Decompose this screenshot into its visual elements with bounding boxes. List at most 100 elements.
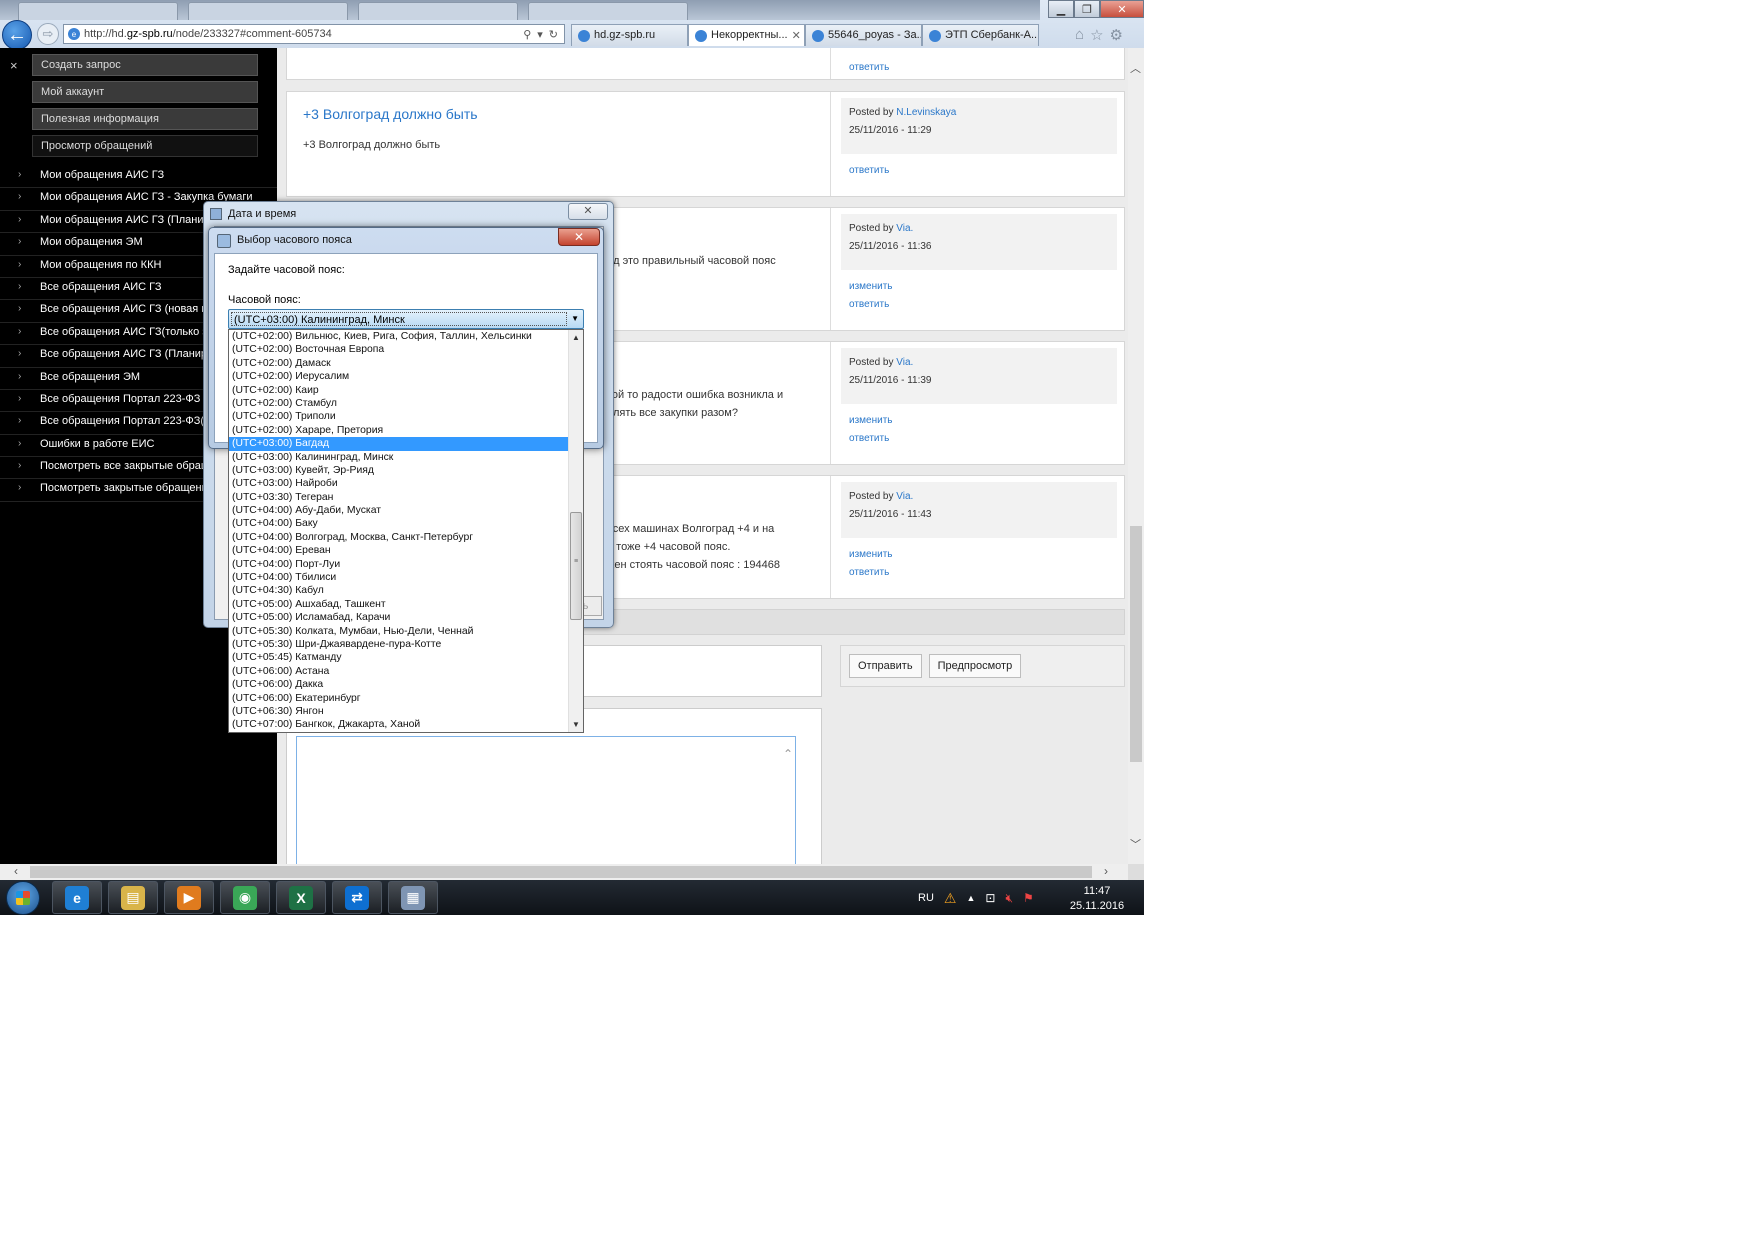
- timezone-option[interactable]: (UTC+06:00) Астана: [229, 665, 568, 678]
- sidebar-item[interactable]: › Мои обращения АИС ГЗ: [0, 166, 277, 189]
- scroll-up-icon[interactable]: ▲: [572, 333, 580, 342]
- comment-textarea[interactable]: ⌃: [296, 736, 796, 864]
- horizontal-scrollbar[interactable]: ‹ ›: [0, 864, 1128, 880]
- network-icon[interactable]: ⊡: [985, 891, 995, 905]
- back-button[interactable]: ←: [2, 20, 32, 50]
- home-icon[interactable]: ⌂: [1075, 26, 1084, 44]
- timezone-option[interactable]: (UTC+04:00) Порт-Луи: [229, 558, 568, 571]
- view-requests-button[interactable]: Просмотр обращений: [32, 135, 258, 157]
- edit-link[interactable]: изменить: [849, 546, 893, 564]
- update-alert-icon[interactable]: ⚠: [944, 890, 957, 907]
- settings-gear-icon[interactable]: ⚙: [1110, 26, 1123, 44]
- language-indicator[interactable]: RU: [918, 892, 934, 904]
- scroll-up-icon[interactable]: ︿: [1130, 60, 1141, 76]
- timezone-option[interactable]: (UTC+03:00) Калининград, Минск: [229, 451, 568, 464]
- timezone-option[interactable]: (UTC+06:30) Янгон: [229, 705, 568, 718]
- browser-tab[interactable]: 55646_poyas - За...: [805, 24, 922, 46]
- scrollbar-thumb[interactable]: ≡: [570, 512, 582, 620]
- submit-button[interactable]: Отправить: [849, 654, 922, 678]
- dropdown-arrow-icon[interactable]: ▼: [571, 314, 579, 323]
- volume-muted-icon[interactable]: 🔇︎: [1005, 891, 1013, 906]
- reply-link[interactable]: ответить: [849, 564, 893, 582]
- timezone-option[interactable]: (UTC+02:00) Триполи: [229, 410, 568, 423]
- scrollbar-thumb[interactable]: [30, 866, 1092, 878]
- reply-link[interactable]: ответить: [849, 59, 889, 77]
- start-button[interactable]: [6, 881, 40, 915]
- taskbar-app-button[interactable]: ▦: [388, 881, 438, 914]
- show-hidden-icons-icon[interactable]: ▲: [966, 893, 975, 903]
- timezone-option[interactable]: (UTC+03:30) Тегеран: [229, 491, 568, 504]
- scroll-down-icon[interactable]: ▼: [572, 720, 580, 729]
- datetime-dialog-close-button[interactable]: ✕: [568, 203, 608, 220]
- timezone-option[interactable]: (UTC+05:00) Исламабад, Карачи: [229, 611, 568, 624]
- dropdown-arrow-icon[interactable]: ▾: [537, 28, 543, 41]
- author-link[interactable]: N.Levinskaya: [896, 107, 956, 118]
- timezone-option[interactable]: (UTC+05:30) Шри-Джаявардене-пура-Котте: [229, 638, 568, 651]
- reply-link[interactable]: ответить: [849, 296, 893, 314]
- browser-tab[interactable]: ЭТП Сбербанк-А...: [922, 24, 1039, 46]
- timezone-option[interactable]: (UTC+02:00) Дамаск: [229, 357, 568, 370]
- forward-button[interactable]: ⇨: [37, 23, 59, 45]
- action-center-icon[interactable]: ⚑: [1023, 891, 1034, 905]
- timezone-option[interactable]: (UTC+02:00) Хараре, Претория: [229, 424, 568, 437]
- timezone-option[interactable]: (UTC+04:00) Волгоград, Москва, Санкт-Пет…: [229, 531, 568, 544]
- refresh-icon[interactable]: ↻: [549, 28, 558, 41]
- timezone-option[interactable]: (UTC+03:00) Найроби: [229, 477, 568, 490]
- timezone-option[interactable]: (UTC+02:00) Каир: [229, 384, 568, 397]
- scroll-left-icon[interactable]: ‹: [14, 864, 18, 878]
- tab-close-icon[interactable]: ✕: [792, 29, 801, 46]
- close-window-icon[interactable]: ✕: [1100, 0, 1144, 18]
- edit-link[interactable]: изменить: [849, 412, 893, 430]
- timezone-option[interactable]: (UTC+04:00) Ереван: [229, 544, 568, 557]
- sidebar-close-icon[interactable]: ×: [10, 58, 18, 73]
- taskbar-clock[interactable]: 11:47 25.11.2016: [1062, 884, 1132, 914]
- preview-button[interactable]: Предпросмотр: [928, 654, 1022, 678]
- vertical-scrollbar[interactable]: ︿ ﹀: [1128, 48, 1144, 864]
- timezone-option[interactable]: (UTC+05:00) Ашхабад, Ташкент: [229, 598, 568, 611]
- timezone-select[interactable]: (UTC+03:00) Калининград, Минск ▼: [228, 309, 584, 329]
- author-link[interactable]: Via.: [896, 357, 913, 368]
- minimize-icon[interactable]: ▁: [1048, 0, 1074, 18]
- timezone-option[interactable]: (UTC+04:00) Баку: [229, 517, 568, 530]
- timezone-option[interactable]: (UTC+02:00) Вильнюс, Киев, Рига, София, …: [229, 330, 568, 343]
- taskbar-app-button[interactable]: ◉: [220, 881, 270, 914]
- scroll-right-icon[interactable]: ›: [1104, 864, 1108, 878]
- timezone-option[interactable]: (UTC+06:00) Дакка: [229, 678, 568, 691]
- timezone-option[interactable]: (UTC+02:00) Стамбул: [229, 397, 568, 410]
- browser-tab[interactable]: hd.gz-spb.ru: [571, 24, 688, 46]
- author-link[interactable]: Via.: [896, 223, 913, 234]
- useful-info-button[interactable]: Полезная информация: [32, 108, 258, 130]
- timezone-option[interactable]: (UTC+04:00) Тбилиси: [229, 571, 568, 584]
- reply-link[interactable]: ответить: [849, 430, 893, 448]
- scrollbar-thumb[interactable]: [1130, 526, 1142, 762]
- timezone-option[interactable]: (UTC+02:00) Восточная Европа: [229, 343, 568, 356]
- address-bar[interactable]: e http://hd.gz-spb.ru/node/233327#commen…: [63, 24, 565, 44]
- taskbar-app-button[interactable]: ⇄: [332, 881, 382, 914]
- favorites-star-icon[interactable]: ☆: [1090, 26, 1103, 44]
- scroll-down-icon[interactable]: ﹀: [1130, 836, 1141, 852]
- timezone-option[interactable]: (UTC+04:00) Абу-Даби, Мускат: [229, 504, 568, 517]
- url-text[interactable]: http://hd.gz-spb.ru/node/233327#comment-…: [84, 28, 523, 40]
- timezone-option[interactable]: (UTC+05:30) Колката, Мумбаи, Нью-Дели, Ч…: [229, 625, 568, 638]
- timezone-dialog-close-button[interactable]: ✕: [558, 228, 600, 246]
- comment-title[interactable]: +3 Волгоград должно быть: [303, 106, 814, 122]
- taskbar-app-button[interactable]: ▶: [164, 881, 214, 914]
- timezone-option[interactable]: (UTC+03:00) Кувейт, Эр-Рияд: [229, 464, 568, 477]
- search-icon[interactable]: ⚲: [523, 28, 531, 41]
- create-request-button[interactable]: Создать запрос: [32, 54, 258, 76]
- timezone-option[interactable]: (UTC+03:00) Багдад: [229, 437, 568, 451]
- taskbar-app-button[interactable]: X: [276, 881, 326, 914]
- author-link[interactable]: Via.: [896, 491, 913, 502]
- timezone-option[interactable]: (UTC+04:30) Кабул: [229, 584, 568, 597]
- reply-link[interactable]: ответить: [849, 162, 889, 180]
- edit-link[interactable]: изменить: [849, 278, 893, 296]
- timezone-option[interactable]: (UTC+07:00) Бангкок, Джакарта, Ханой: [229, 718, 568, 731]
- timezone-options-list[interactable]: (UTC+02:00) Вильнюс, Киев, Рига, София, …: [228, 329, 584, 733]
- timezone-list-scrollbar[interactable]: ▲ ≡ ▼: [568, 330, 583, 732]
- taskbar-app-button[interactable]: e: [52, 881, 102, 914]
- restore-icon[interactable]: ❐: [1074, 0, 1100, 18]
- timezone-option[interactable]: (UTC+02:00) Иерусалим: [229, 370, 568, 383]
- taskbar-app-button[interactable]: ▤: [108, 881, 158, 914]
- browser-tab[interactable]: Некорректны... ✕: [688, 24, 805, 46]
- my-account-button[interactable]: Мой аккаунт: [32, 81, 258, 103]
